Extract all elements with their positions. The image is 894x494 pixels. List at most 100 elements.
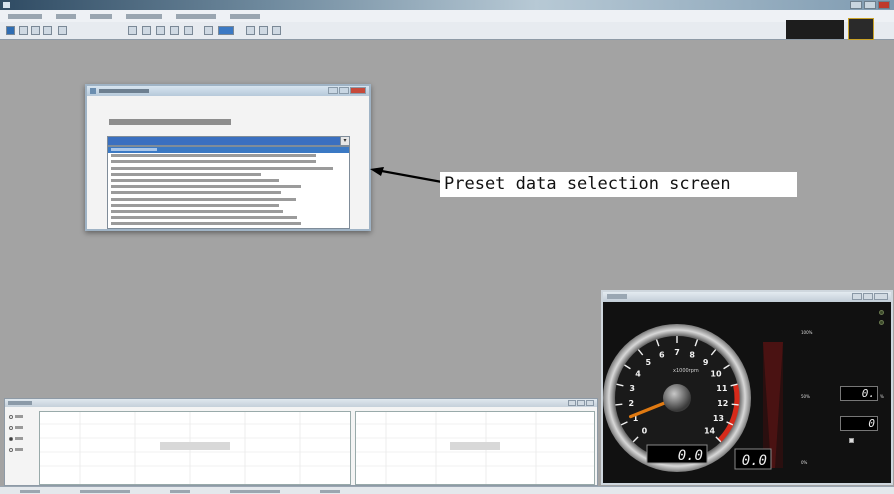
tool-button[interactable] xyxy=(170,26,179,35)
tool-button[interactable] xyxy=(156,26,165,35)
window-controls xyxy=(850,1,890,9)
menu-item[interactable] xyxy=(126,14,162,19)
tool-button[interactable] xyxy=(272,26,281,35)
rpm-plot[interactable] xyxy=(355,411,595,485)
bar-scale-top: 100% xyxy=(801,330,813,335)
tool-button[interactable] xyxy=(58,26,67,35)
radio-option[interactable] xyxy=(9,411,23,422)
chevron-down-icon[interactable]: ▾ xyxy=(340,137,349,145)
status-segment xyxy=(230,490,280,493)
menu-bar xyxy=(0,10,894,22)
gauge-readout-text: 0.0 xyxy=(678,448,703,464)
tool-button[interactable] xyxy=(43,26,52,35)
gauge-tick xyxy=(731,403,739,406)
radio-option[interactable] xyxy=(9,433,23,444)
tool-button[interactable] xyxy=(259,26,268,35)
radio-option[interactable] xyxy=(9,444,23,455)
status-segment xyxy=(320,490,340,493)
pump-plot[interactable] xyxy=(39,411,351,485)
brand-logo xyxy=(848,18,874,40)
bottom-panel xyxy=(4,398,598,486)
dialog-close-button[interactable] xyxy=(350,87,366,94)
gauge-tick-label: 11 xyxy=(716,384,728,393)
gauge-close-button[interactable] xyxy=(874,293,888,300)
dialog-minimize-button[interactable] xyxy=(328,87,338,94)
gauge-tick-label: 7 xyxy=(674,348,680,357)
readout-box-1: 0. xyxy=(840,386,878,401)
menu-item[interactable] xyxy=(56,14,76,19)
status-segment xyxy=(20,490,40,493)
gauge-tick-label: 6 xyxy=(659,351,665,360)
dialog-prompt xyxy=(109,118,231,127)
panel-minimize-button[interactable] xyxy=(568,400,576,406)
open-icon[interactable] xyxy=(19,26,28,35)
gauge-tick xyxy=(615,403,623,406)
gauge-tick-label: 14 xyxy=(704,427,716,436)
bar-scale-bottom: 0% xyxy=(801,460,808,465)
tool-button[interactable] xyxy=(204,26,213,35)
menu-item[interactable] xyxy=(90,14,112,19)
bottom-panel-title-bar xyxy=(5,399,597,407)
callout-label: Preset data selection screen xyxy=(440,172,797,197)
list-item[interactable] xyxy=(108,159,349,165)
gauge-window: 0 1 2 3 4 5 6 7 8 9 10 11 12 13 14 x1000rpm 0.0 0.0 10… xyxy=(601,290,893,485)
panel-maximize-button[interactable] xyxy=(577,400,585,406)
gauge-unit-label: x1000rpm xyxy=(673,368,699,374)
gauge-tick-label: 10 xyxy=(710,370,722,379)
minimize-button[interactable] xyxy=(850,1,862,9)
bottom-panel-controls xyxy=(568,400,594,406)
menu-item[interactable] xyxy=(176,14,216,19)
stop-icon[interactable] xyxy=(142,26,151,35)
dialog-icon xyxy=(90,88,96,94)
selected-tool-button[interactable] xyxy=(218,26,234,35)
indicator-led xyxy=(879,320,884,325)
tool-button[interactable] xyxy=(31,26,40,35)
gauge-tick-label: 4 xyxy=(635,370,641,379)
gauge-minimize-button[interactable] xyxy=(852,293,862,300)
gauge-window-title-bar xyxy=(603,292,891,302)
gauge-checkbox[interactable] xyxy=(849,438,854,443)
arrow-left-icon xyxy=(370,167,443,184)
gauge-tick-label: 8 xyxy=(689,351,695,360)
bar-readout-text: 0.0 xyxy=(742,453,767,469)
close-button[interactable] xyxy=(878,1,890,9)
main-title-bar xyxy=(0,0,894,10)
gauge-maximize-button[interactable] xyxy=(863,293,873,300)
menu-item[interactable] xyxy=(230,14,260,19)
readout-box-2: 0 xyxy=(840,416,878,431)
dialog-maximize-button[interactable] xyxy=(339,87,349,94)
gauge-tick-label: 2 xyxy=(629,399,635,408)
play-icon[interactable] xyxy=(128,26,137,35)
indicator-led xyxy=(879,310,884,315)
gauge-window-controls xyxy=(852,293,888,300)
gauge-tick-label: 5 xyxy=(646,358,652,367)
pump-plot-watermark xyxy=(40,442,350,453)
menu-item[interactable] xyxy=(8,14,42,19)
status-segment xyxy=(170,490,190,493)
save-icon[interactable] xyxy=(6,26,15,35)
toolbar xyxy=(0,22,894,40)
mode-radio-group xyxy=(9,411,23,455)
brand-banner xyxy=(786,20,844,39)
preset-list[interactable] xyxy=(107,146,350,229)
gauge-tick-label: 12 xyxy=(717,399,728,408)
list-item[interactable] xyxy=(108,166,349,172)
preset-combo-box[interactable]: ▾ xyxy=(107,136,350,146)
gauge-tick-label: 3 xyxy=(629,384,635,393)
status-bar xyxy=(0,486,894,494)
list-item[interactable] xyxy=(108,221,349,227)
dialog-title-text xyxy=(99,89,149,93)
tool-button[interactable] xyxy=(184,26,193,35)
dialog-title-bar xyxy=(87,86,369,96)
status-segment xyxy=(80,490,130,493)
unit-mark: % xyxy=(880,394,884,399)
maximize-button[interactable] xyxy=(864,1,876,9)
tool-button[interactable] xyxy=(246,26,255,35)
bar-scale-mid: 50% xyxy=(801,394,810,399)
gauge-tick-label: 9 xyxy=(703,358,709,367)
panel-close-button[interactable] xyxy=(586,400,594,406)
radio-option[interactable] xyxy=(9,422,23,433)
gauge-tick-label: 13 xyxy=(713,414,724,423)
window-icon xyxy=(3,2,10,8)
gauge-tick-label: 0 xyxy=(642,427,648,436)
